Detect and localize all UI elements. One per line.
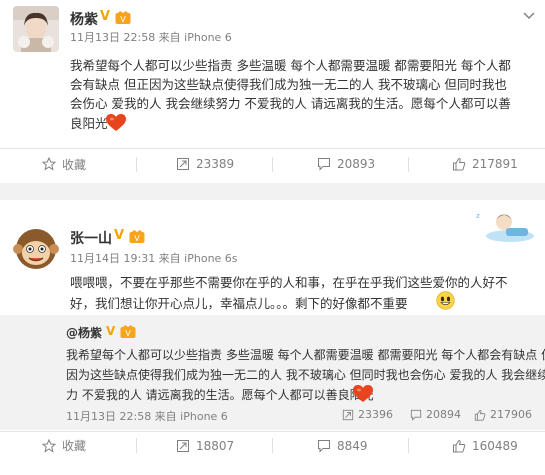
quote-text-line: 因为这些缺点使得我们成为独一无二的人 我不玻璃心 但同时我也会伤心 爱我的人 我…: [66, 368, 545, 382]
username[interactable]: 张一山: [70, 228, 112, 248]
quote-repost-count: 23396: [358, 408, 393, 421]
comment-count: 8849: [337, 438, 368, 453]
divider: [136, 438, 137, 453]
repost-icon: [177, 439, 189, 452]
svg-text:z: z: [476, 212, 480, 220]
post-text-line: 喂喂喂，不要在乎那些不需要你在乎的人和事，在乎在乎我们这些爱你的人好不: [70, 275, 508, 290]
like-count: 160489: [472, 438, 518, 453]
svg-text:V: V: [125, 329, 131, 338]
verified-icon: V: [106, 324, 116, 338]
quote-author: @杨紫: [66, 324, 102, 341]
mention-link[interactable]: @杨紫: [66, 326, 102, 340]
divider: [408, 438, 409, 453]
vip-badge-icon: V: [120, 325, 136, 338]
thumbs-up-icon: [453, 439, 466, 452]
comment-icon: [318, 439, 330, 453]
verified-icon: V: [114, 228, 125, 243]
favorite-button[interactable]: 收藏: [42, 432, 86, 459]
repost-icon: [342, 409, 354, 420]
quote-repost[interactable]: 23396: [342, 408, 393, 421]
thumbs-up-icon: [474, 409, 486, 421]
quote-text-line: 我希望每个人都可以少些指责 多些温暖 每个人都需要温暖 都需要阳光 每个人都会有…: [66, 348, 545, 362]
vip-badge-icon[interactable]: V: [129, 230, 145, 244]
quote-meta: 11月13日 22:58 来自 iPhone 6: [66, 410, 228, 423]
post-actions-bar: 收藏 18807 8849 160489: [0, 431, 545, 459]
grin-emoji-icon: [436, 291, 455, 310]
avatar[interactable]: [13, 225, 59, 271]
quote-comment-count: 20894: [426, 408, 461, 421]
heart-emoji-icon: [353, 385, 373, 402]
repost-count: 18807: [196, 438, 235, 453]
quote-like[interactable]: 217906: [474, 408, 532, 421]
favorite-label: 收藏: [62, 439, 87, 453]
comment-button[interactable]: 8849: [317, 432, 368, 459]
quote-comment[interactable]: 20894: [410, 408, 461, 421]
svg-text:V: V: [134, 234, 140, 243]
divider: [272, 438, 273, 453]
comment-icon: [410, 409, 422, 421]
decorative-sticker-icon: z: [476, 212, 534, 242]
quote-like-count: 217906: [490, 408, 532, 421]
quote-text-line: 力 不爱我的人 请远离我的生活。愿每个人都可以善良阳光: [66, 388, 374, 402]
post-text-line: 好，我们想让你开心点儿，幸福点儿。。。剩下的好像都不重要: [70, 296, 408, 311]
post2-layer: 张一山 V V 11月14日 19:31 来自 iPhone 6s z 喂喂喂，…: [0, 0, 545, 458]
quoted-post[interactable]: @杨紫 V V 我希望每个人都可以少些指责 多些温暖 每个人都需要温暖 都需要阳…: [0, 315, 545, 430]
like-button[interactable]: 160489: [452, 432, 518, 459]
star-icon: [42, 438, 56, 453]
post-meta: 11月14日 19:31 来自 iPhone 6s: [70, 252, 238, 265]
repost-button[interactable]: 18807: [176, 432, 234, 459]
